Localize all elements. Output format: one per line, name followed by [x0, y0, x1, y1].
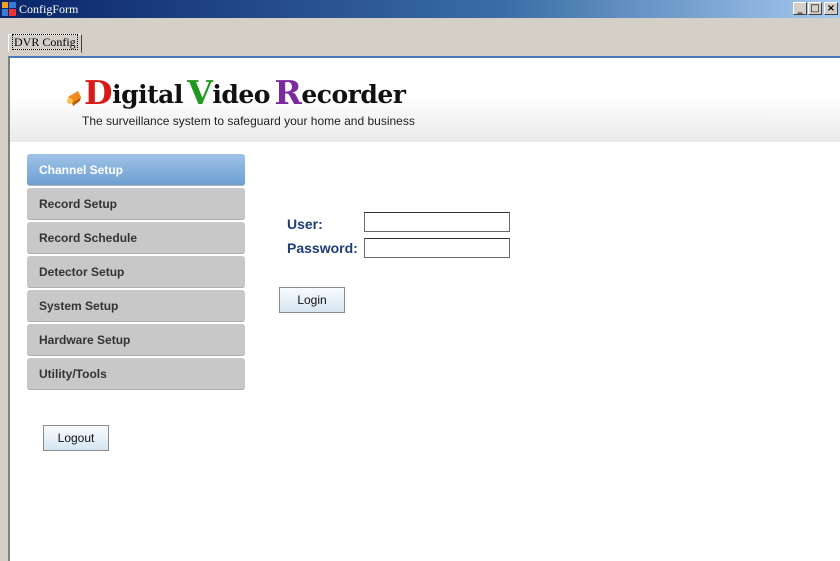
camera-logo-icon — [67, 91, 81, 106]
sidebar-item-record-setup[interactable]: Record Setup — [27, 188, 245, 220]
sidebar-item-detector-setup[interactable]: Detector Setup — [27, 256, 245, 288]
title-bar[interactable]: ConfigForm _ □ × — [0, 0, 840, 18]
sidebar-item-record-schedule[interactable]: Record Schedule — [27, 222, 245, 254]
logo-ecorder: ecorder — [301, 80, 406, 109]
password-label: Password: — [287, 240, 358, 256]
app-window-icon — [2, 2, 16, 16]
sidebar-item-hardware-setup[interactable]: Hardware Setup — [27, 324, 245, 356]
logo-ideo: ideo — [212, 80, 270, 109]
window-title: ConfigForm — [19, 2, 79, 16]
sidebar-item-channel-setup[interactable]: Channel Setup — [27, 154, 245, 186]
logo-r: R — [274, 73, 302, 112]
sidebar-nav: Channel Setup Record Setup Record Schedu… — [27, 154, 245, 392]
logo: Digital Video Recorder — [66, 73, 406, 114]
config-page: Digital Video Recorder The surveillance … — [8, 56, 840, 561]
logo-v: V — [187, 73, 213, 112]
tagline: The surveillance system to safeguard you… — [82, 114, 415, 128]
user-label: User: — [287, 216, 323, 232]
logo-igital: igital — [112, 80, 183, 109]
tab-dvr-config[interactable]: DVR Config — [8, 34, 82, 53]
login-button[interactable]: Login — [279, 287, 345, 313]
user-input[interactable] — [364, 212, 510, 232]
logout-button[interactable]: Logout — [43, 425, 109, 451]
minimize-button[interactable]: _ — [793, 2, 807, 15]
maximize-button[interactable]: □ — [808, 2, 822, 15]
sidebar-item-system-setup[interactable]: System Setup — [27, 290, 245, 322]
tab-label: DVR Config — [12, 34, 78, 50]
header-banner: Digital Video Recorder The surveillance … — [10, 58, 840, 142]
password-input[interactable] — [364, 238, 510, 258]
sidebar-item-utility-tools[interactable]: Utility/Tools — [27, 358, 245, 390]
logo-d: D — [84, 73, 113, 112]
tab-strip: DVR Config — [0, 18, 840, 56]
close-button[interactable]: × — [824, 2, 838, 15]
